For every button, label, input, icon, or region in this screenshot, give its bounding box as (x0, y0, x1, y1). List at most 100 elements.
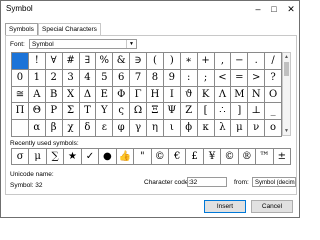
symbol-cell[interactable]: > (248, 69, 266, 87)
symbol-cell[interactable]: Φ (113, 86, 131, 104)
scroll-thumb[interactable] (284, 62, 289, 76)
symbol-cell[interactable]: Κ (197, 86, 215, 104)
symbol-cell[interactable]: Ω (130, 103, 147, 121)
symbol-cell[interactable]: ϕ (180, 120, 198, 137)
symbol-cell[interactable]: η (147, 120, 164, 137)
symbol-cell[interactable]: β (45, 120, 63, 137)
symbol-cell[interactable]: Ψ (163, 103, 181, 121)
symbol-cell[interactable]: φ (113, 120, 131, 137)
symbol-cell[interactable]: ο (265, 120, 282, 137)
recent-symbol-cell[interactable]: ¥ (203, 149, 222, 165)
symbol-cell[interactable]: ( (147, 53, 164, 70)
symbol-cell[interactable]: Υ (96, 103, 114, 121)
symbol-cell[interactable]: Λ (214, 86, 232, 104)
symbol-cell[interactable]: λ (214, 120, 232, 137)
symbol-cell[interactable]: − (231, 53, 249, 70)
character-code-input[interactable]: 32 (187, 177, 227, 187)
symbol-cell[interactable]: % (96, 53, 114, 70)
symbol-cell[interactable]: 5 (96, 69, 114, 87)
recent-symbol-cell[interactable]: 👍 (116, 149, 135, 165)
recent-symbol-cell[interactable]: ● (99, 149, 117, 165)
symbol-cell[interactable]: α (28, 120, 46, 137)
cancel-button[interactable]: Cancel (251, 200, 293, 213)
symbol-cell[interactable]: Ο (265, 86, 282, 104)
symbol-cell[interactable]: γ (130, 120, 147, 137)
recent-symbol-cell[interactable]: © (221, 149, 239, 165)
font-select[interactable]: Symbol ▼ (29, 39, 137, 49)
symbol-cell[interactable]: ∴ (214, 103, 232, 121)
recent-symbol-cell[interactable]: € (168, 149, 187, 165)
symbol-cell[interactable]: & (113, 53, 131, 70)
insert-button[interactable]: Insert (204, 200, 246, 213)
chevron-down-icon[interactable]: ▼ (126, 40, 136, 48)
maximize-icon[interactable]: □ (267, 3, 281, 16)
symbol-cell[interactable]: ∗ (180, 53, 198, 70)
close-icon[interactable]: ✕ (284, 3, 298, 16)
symbol-cell[interactable]: ς (113, 103, 131, 121)
symbol-cell[interactable]: = (231, 69, 249, 87)
symbol-cell[interactable]: , (214, 53, 232, 70)
symbol-cell[interactable]: ? (265, 69, 282, 87)
symbol-cell[interactable]: Η (147, 86, 164, 104)
recent-symbol-cell[interactable]: ∑ (46, 149, 65, 165)
symbol-cell[interactable]: [ (197, 103, 215, 121)
symbol-cell[interactable]: ∀ (45, 53, 63, 70)
symbol-cell[interactable]: . (248, 53, 266, 70)
symbol-cell[interactable] (12, 53, 29, 70)
symbol-cell[interactable]: ν (248, 120, 266, 137)
symbol-cell[interactable]: Μ (231, 86, 249, 104)
symbol-cell[interactable]: 3 (62, 69, 80, 87)
symbol-cell[interactable]: Α (28, 86, 46, 104)
tab-symbols[interactable]: Symbols (5, 23, 38, 35)
symbol-cell[interactable]: Β (45, 86, 63, 104)
recent-symbol-cell[interactable]: © (151, 149, 169, 165)
recent-symbol-cell[interactable]: " (134, 149, 152, 165)
symbol-cell[interactable]: _ (265, 103, 282, 121)
scroll-up-icon[interactable]: ▲ (283, 53, 290, 61)
symbol-cell[interactable]: δ (79, 120, 97, 137)
symbol-cell[interactable]: Ν (248, 86, 266, 104)
recent-symbol-cell[interactable]: £ (186, 149, 204, 165)
recent-symbol-cell[interactable]: ✓ (81, 149, 100, 165)
symbol-cell[interactable]: Σ (62, 103, 80, 121)
symbol-cell[interactable]: < (214, 69, 232, 87)
symbol-cell[interactable]: ; (197, 69, 215, 87)
symbol-cell[interactable]: : (180, 69, 198, 87)
recent-symbol-cell[interactable]: ™ (256, 149, 274, 165)
symbol-cell[interactable]: 8 (147, 69, 164, 87)
symbol-cell[interactable]: + (197, 53, 215, 70)
symbol-cell[interactable]: ι (163, 120, 181, 137)
recent-symbol-cell[interactable]: ® (238, 149, 257, 165)
symbol-cell[interactable]: ∃ (79, 53, 97, 70)
symbol-cell[interactable]: Θ (28, 103, 46, 121)
symbol-cell[interactable]: 1 (28, 69, 46, 87)
symbol-cell[interactable]: ] (231, 103, 249, 121)
recent-symbol-cell[interactable]: ★ (64, 149, 82, 165)
scroll-down-icon[interactable]: ▼ (283, 127, 290, 135)
symbol-cell[interactable]: 7 (130, 69, 147, 87)
symbol-cell[interactable]: ≅ (12, 86, 29, 104)
symbol-cell[interactable]: Τ (79, 103, 97, 121)
recent-symbol-cell[interactable]: ± (273, 149, 291, 165)
symbol-cell[interactable]: Ρ (45, 103, 63, 121)
symbol-cell[interactable]: 9 (163, 69, 181, 87)
symbol-cell[interactable]: / (265, 53, 282, 70)
minimize-icon[interactable]: – (251, 3, 265, 16)
symbol-cell[interactable]: Ζ (180, 103, 198, 121)
symbol-cell[interactable]: Π (12, 103, 29, 121)
symbol-cell[interactable]: ) (163, 53, 181, 70)
recent-symbol-cell[interactable]: σ (12, 149, 30, 165)
symbol-cell[interactable]: 4 (79, 69, 97, 87)
symbol-cell[interactable]: 2 (45, 69, 63, 87)
symbol-cell[interactable]: μ (231, 120, 249, 137)
symbol-cell[interactable]: 0 (12, 69, 29, 87)
symbol-cell[interactable]: Ι (163, 86, 181, 104)
symbol-cell[interactable]: Ε (96, 86, 114, 104)
symbol-cell[interactable]: ∋ (130, 53, 147, 70)
tab-special-characters[interactable]: Special Characters (38, 23, 101, 35)
symbol-grid-scrollbar[interactable]: ▲ ▼ (282, 52, 291, 136)
symbol-cell[interactable]: ⊥ (248, 103, 266, 121)
symbol-cell[interactable]: Ξ (147, 103, 164, 121)
symbol-cell[interactable]: χ (62, 120, 80, 137)
symbol-cell[interactable]: # (62, 53, 80, 70)
